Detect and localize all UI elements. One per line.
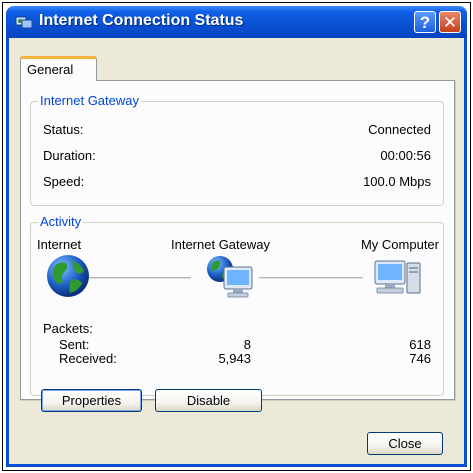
computer-sent-value: 618 — [409, 337, 431, 352]
duration-label: Duration: — [43, 148, 96, 163]
speed-label: Speed: — [43, 174, 85, 189]
dialog-client: General Internet Gateway Status: Connect… — [9, 38, 464, 464]
sent-label: Sent: — [59, 337, 90, 352]
dialog-window: Internet Connection Status ? ✕ General I… — [6, 6, 467, 467]
speed-value: 100.0 Mbps — [363, 174, 431, 189]
internet-gateway-group: Internet Gateway Status: Connected Durat… — [30, 93, 444, 206]
title-close-button[interactable]: ✕ — [439, 11, 461, 33]
tab-label: General — [27, 62, 74, 77]
gateway-computer-icon — [207, 256, 253, 298]
node-label-internet-gateway: Internet Gateway — [171, 237, 270, 252]
status-row: Status: Connected — [43, 122, 431, 138]
computer-received-value: 746 — [409, 351, 431, 366]
disable-button[interactable]: Disable — [155, 389, 262, 412]
group-title-activity: Activity — [38, 214, 84, 229]
group-title-internet-gateway: Internet Gateway — [38, 93, 141, 108]
connection-line-gateway-computer — [259, 277, 363, 279]
packets-label: Packets: — [43, 321, 93, 336]
node-label-my-computer: My Computer — [360, 237, 439, 252]
tab-general[interactable]: General — [20, 56, 97, 81]
gateway-received-value: 5,943 — [218, 351, 251, 366]
title-bar[interactable]: Internet Connection Status ? ✕ — [6, 6, 467, 38]
speed-row: Speed: 100.0 Mbps — [43, 174, 431, 190]
node-label-internet: Internet — [37, 237, 82, 252]
duration-value: 00:00:56 — [380, 148, 431, 163]
close-button[interactable]: Close — [367, 432, 443, 455]
tab-panel-general: Internet Gateway Status: Connected Durat… — [20, 80, 455, 400]
duration-row: Duration: 00:00:56 — [43, 148, 431, 164]
help-icon: ? — [419, 12, 431, 32]
status-label: Status: — [43, 122, 84, 137]
my-computer-icon — [374, 260, 421, 294]
activity-group: Activity Internet Internet Gateway My Co… — [30, 214, 444, 396]
help-button[interactable]: ? — [414, 11, 436, 33]
close-icon: ✕ — [442, 12, 458, 32]
network-connection-icon — [15, 16, 33, 29]
window-title: Internet Connection Status — [39, 12, 244, 29]
globe-icon — [47, 255, 89, 297]
gateway-sent-value: 8 — [243, 337, 251, 352]
properties-button[interactable]: Properties — [41, 389, 142, 412]
connection-line-internet-gateway — [89, 277, 191, 279]
status-value: Connected — [368, 122, 431, 137]
received-label: Received: — [59, 351, 117, 366]
